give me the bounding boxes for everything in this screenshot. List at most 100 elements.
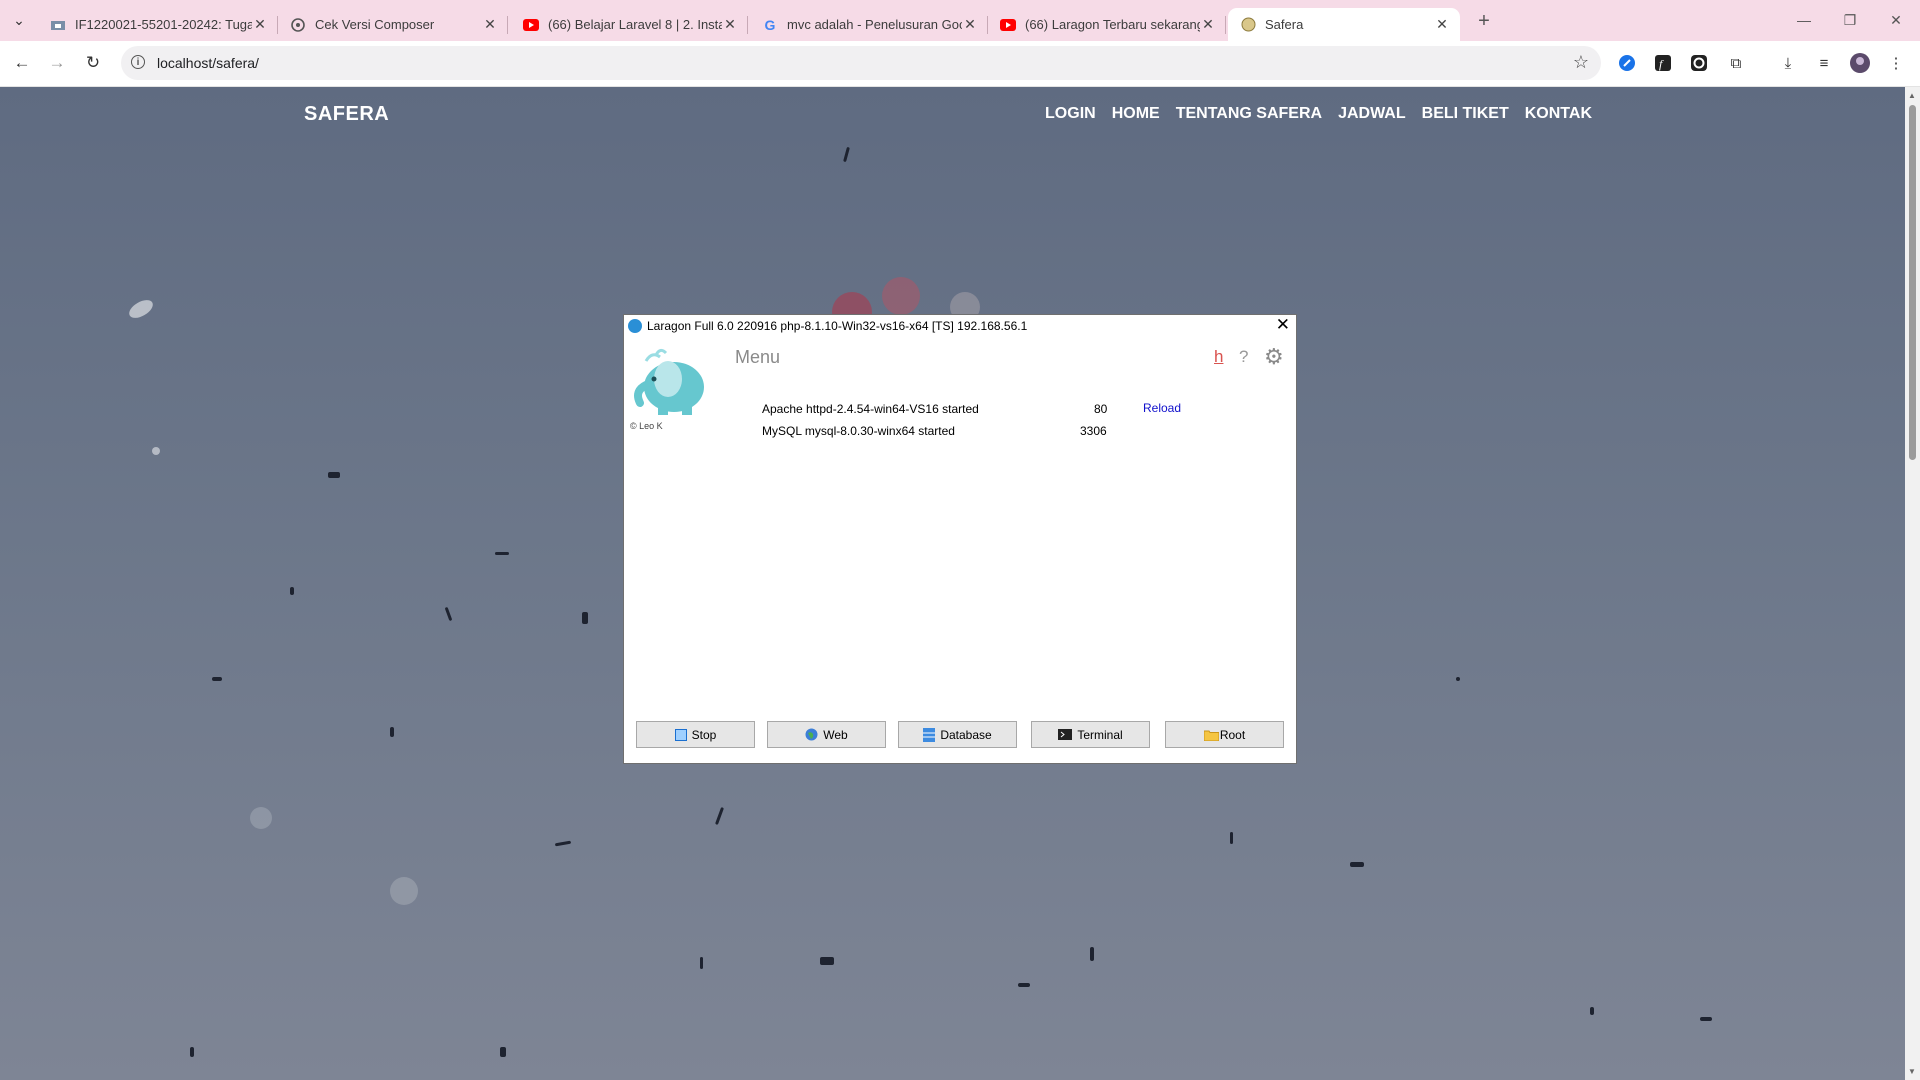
background-speck xyxy=(554,840,572,847)
nav-login[interactable]: LOGIN xyxy=(1045,105,1096,123)
browser-toolbar: ← → ↻ i localhost/safera/ ☆ f ⧉ ⤓ ≡ ⋮ xyxy=(0,41,1920,87)
page-scrollbar[interactable]: ▲ ▼ xyxy=(1905,87,1920,1080)
tab-title: (66) Laragon Terbaru sekarang xyxy=(1025,17,1200,32)
close-icon[interactable]: ✕ xyxy=(1434,16,1450,33)
arrow-right-icon: → xyxy=(48,53,66,72)
help-link[interactable]: h xyxy=(1214,347,1223,367)
close-icon[interactable]: ✕ xyxy=(1200,16,1216,33)
close-icon[interactable]: ✕ xyxy=(252,16,268,33)
address-bar[interactable]: i localhost/safera/ ☆ xyxy=(121,46,1601,80)
nav-tentang-safera[interactable]: TENTANG SAFERA xyxy=(1176,105,1322,123)
laragon-window: Laragon Full 6.0 220916 php-8.1.10-Win32… xyxy=(623,314,1297,764)
reload-icon: ↻ xyxy=(85,53,101,72)
background-speck xyxy=(1090,947,1094,961)
restore-button[interactable]: ❐ xyxy=(1827,6,1873,34)
url-text[interactable]: localhost/safera/ xyxy=(157,55,259,71)
copyright-text: © Leo K xyxy=(630,421,663,431)
download-icon[interactable]: ⤓ xyxy=(1776,51,1800,75)
background-speck xyxy=(700,957,703,969)
youtube-icon xyxy=(1000,17,1016,33)
about-button[interactable]: ? xyxy=(1239,347,1248,367)
tab-laragon-terbaru[interactable]: (66) Laragon Terbaru sekarang ✕ xyxy=(988,8,1226,41)
close-icon[interactable]: ✕ xyxy=(1276,315,1290,335)
background-speck xyxy=(1456,677,1460,681)
nav-jadwal[interactable]: JADWAL xyxy=(1338,105,1406,123)
nav-kontak[interactable]: KONTAK xyxy=(1525,105,1592,123)
youtube-icon xyxy=(523,17,539,33)
chevron-down-icon: ⌄ xyxy=(13,11,25,28)
folder-icon xyxy=(1203,729,1219,741)
terminal-button[interactable]: Terminal xyxy=(1031,721,1150,748)
scroll-up-icon[interactable]: ▲ xyxy=(1908,91,1916,100)
database-icon xyxy=(923,727,936,742)
background-speck xyxy=(290,587,294,595)
tab-strip: ⌄ IF1220021-55201-20242: Tugas ✕ Cek Ver… xyxy=(0,0,1920,41)
stop-button-label: Stop xyxy=(691,727,717,742)
gear-icon[interactable]: ⚙ xyxy=(1264,344,1284,370)
background-speck xyxy=(1590,1007,1594,1015)
profile-avatar[interactable] xyxy=(1848,51,1872,75)
extensions-puzzle-icon[interactable]: ⧉ xyxy=(1724,51,1748,75)
extension-blue-icon[interactable] xyxy=(1615,51,1639,75)
background-speck xyxy=(715,807,724,825)
classroom-icon xyxy=(50,17,66,33)
safera-icon xyxy=(1240,17,1256,33)
scroll-down-icon[interactable]: ▼ xyxy=(1908,1067,1916,1076)
new-tab-button[interactable]: + xyxy=(1472,9,1496,33)
forward-button[interactable]: → xyxy=(43,49,71,77)
info-icon[interactable]: i xyxy=(131,55,145,69)
arrow-left-icon: ← xyxy=(13,53,31,72)
database-button-label: Database xyxy=(940,727,992,742)
background-speck xyxy=(126,296,156,322)
terminal-icon xyxy=(1058,729,1073,740)
stop-button[interactable]: Stop xyxy=(636,721,755,748)
scrollbar-thumb[interactable] xyxy=(1909,105,1916,460)
tab-safera[interactable]: Safera ✕ xyxy=(1228,8,1460,41)
background-balloon xyxy=(882,277,920,315)
background-speck xyxy=(843,146,850,163)
reload-button[interactable]: ↻ xyxy=(79,49,107,77)
bookmark-star-icon[interactable]: ☆ xyxy=(1573,52,1589,73)
background-speck xyxy=(500,1047,506,1057)
nav-beli-tiket[interactable]: BELI TIKET xyxy=(1422,105,1509,123)
tab-title: (66) Belajar Laravel 8 | 2. Instala xyxy=(548,17,722,32)
background-speck xyxy=(1700,1017,1712,1021)
tab-title: Safera xyxy=(1265,17,1304,32)
stop-icon xyxy=(674,728,687,741)
laragon-menu[interactable]: Menu xyxy=(735,347,780,368)
close-icon[interactable]: ✕ xyxy=(962,16,978,33)
service-mysql-port: 3306 xyxy=(1080,424,1107,438)
close-icon[interactable]: ✕ xyxy=(482,16,498,33)
kebab-menu-icon[interactable]: ⋮ xyxy=(1884,51,1908,75)
web-button[interactable]: Web xyxy=(767,721,886,748)
background-speck xyxy=(328,472,340,478)
media-control-icon[interactable]: ≡ xyxy=(1812,51,1836,75)
background-speck xyxy=(190,1047,194,1057)
background-speck xyxy=(212,677,222,681)
database-button[interactable]: Database xyxy=(898,721,1017,748)
site-brand[interactable]: SAFERA xyxy=(304,103,389,126)
nav-home[interactable]: HOME xyxy=(1112,105,1160,123)
tab-search-button[interactable]: ⌄ xyxy=(6,8,32,32)
laragon-titlebar[interactable]: Laragon Full 6.0 220916 php-8.1.10-Win32… xyxy=(624,315,1296,337)
tab-mvc-adalah[interactable]: G mvc adalah - Penelusuran Goog ✕ xyxy=(750,8,988,41)
terminal-button-label: Terminal xyxy=(1077,727,1123,742)
root-button[interactable]: Root xyxy=(1165,721,1284,748)
close-window-button[interactable]: ✕ xyxy=(1873,6,1919,34)
back-button[interactable]: ← xyxy=(8,49,36,77)
minimize-button[interactable]: — xyxy=(1781,6,1827,34)
laragon-title: Laragon Full 6.0 220916 php-8.1.10-Win32… xyxy=(647,319,1028,333)
tab-cek-versi-composer[interactable]: Cek Versi Composer ✕ xyxy=(278,8,508,41)
close-icon[interactable]: ✕ xyxy=(722,16,738,33)
service-mysql-status: MySQL mysql-8.0.30-winx64 started xyxy=(762,424,955,438)
elephant-logo-icon xyxy=(634,348,704,415)
laragon-logo-icon xyxy=(628,319,642,333)
background-bokeh xyxy=(250,807,272,829)
reload-link[interactable]: Reload xyxy=(1143,401,1181,415)
root-button-label: Root xyxy=(1219,727,1246,742)
background-speck xyxy=(1230,832,1233,844)
font-extension-icon[interactable]: f xyxy=(1651,51,1675,75)
tab-classroom[interactable]: IF1220021-55201-20242: Tugas ✕ xyxy=(38,8,278,41)
tab-belajar-laravel[interactable]: (66) Belajar Laravel 8 | 2. Instala ✕ xyxy=(511,8,748,41)
grammarly-icon[interactable] xyxy=(1687,51,1711,75)
